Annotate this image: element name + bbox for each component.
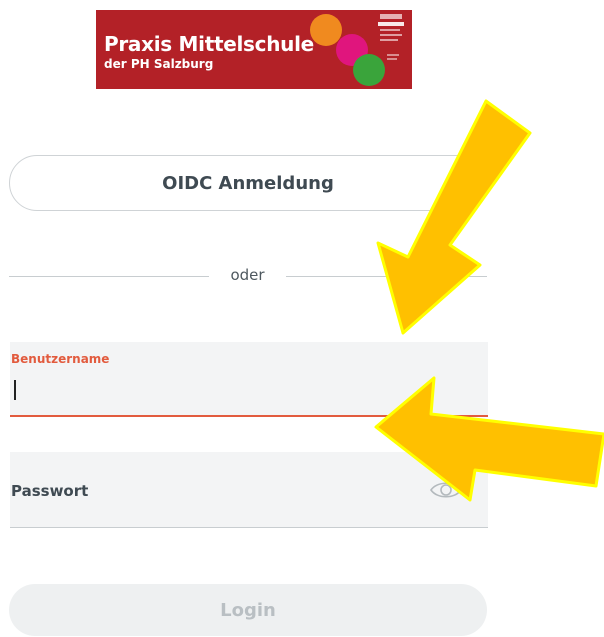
annotation-arrow-down [376,99,532,335]
oidc-login-button[interactable]: OIDC Anmeldung [9,155,487,211]
divider-text: oder [230,266,265,284]
annotation-arrows [374,99,604,502]
password-field[interactable]: Passwort [10,452,488,528]
username-label: Benutzername [11,352,110,366]
password-input[interactable] [10,472,414,510]
logo-circles-graphic [310,14,404,86]
login-button[interactable]: Login [9,584,487,636]
eye-icon[interactable] [428,477,464,503]
text-cursor [14,380,16,400]
username-field[interactable]: Benutzername [10,342,488,417]
school-logo: Praxis Mittelschule der PH Salzburg [96,10,412,89]
divider-line-left [9,276,209,277]
divider-line-right [286,276,487,277]
logo-subtitle: der PH Salzburg [104,57,214,71]
logo-title: Praxis Mittelschule [104,32,314,56]
username-input[interactable] [10,372,454,404]
